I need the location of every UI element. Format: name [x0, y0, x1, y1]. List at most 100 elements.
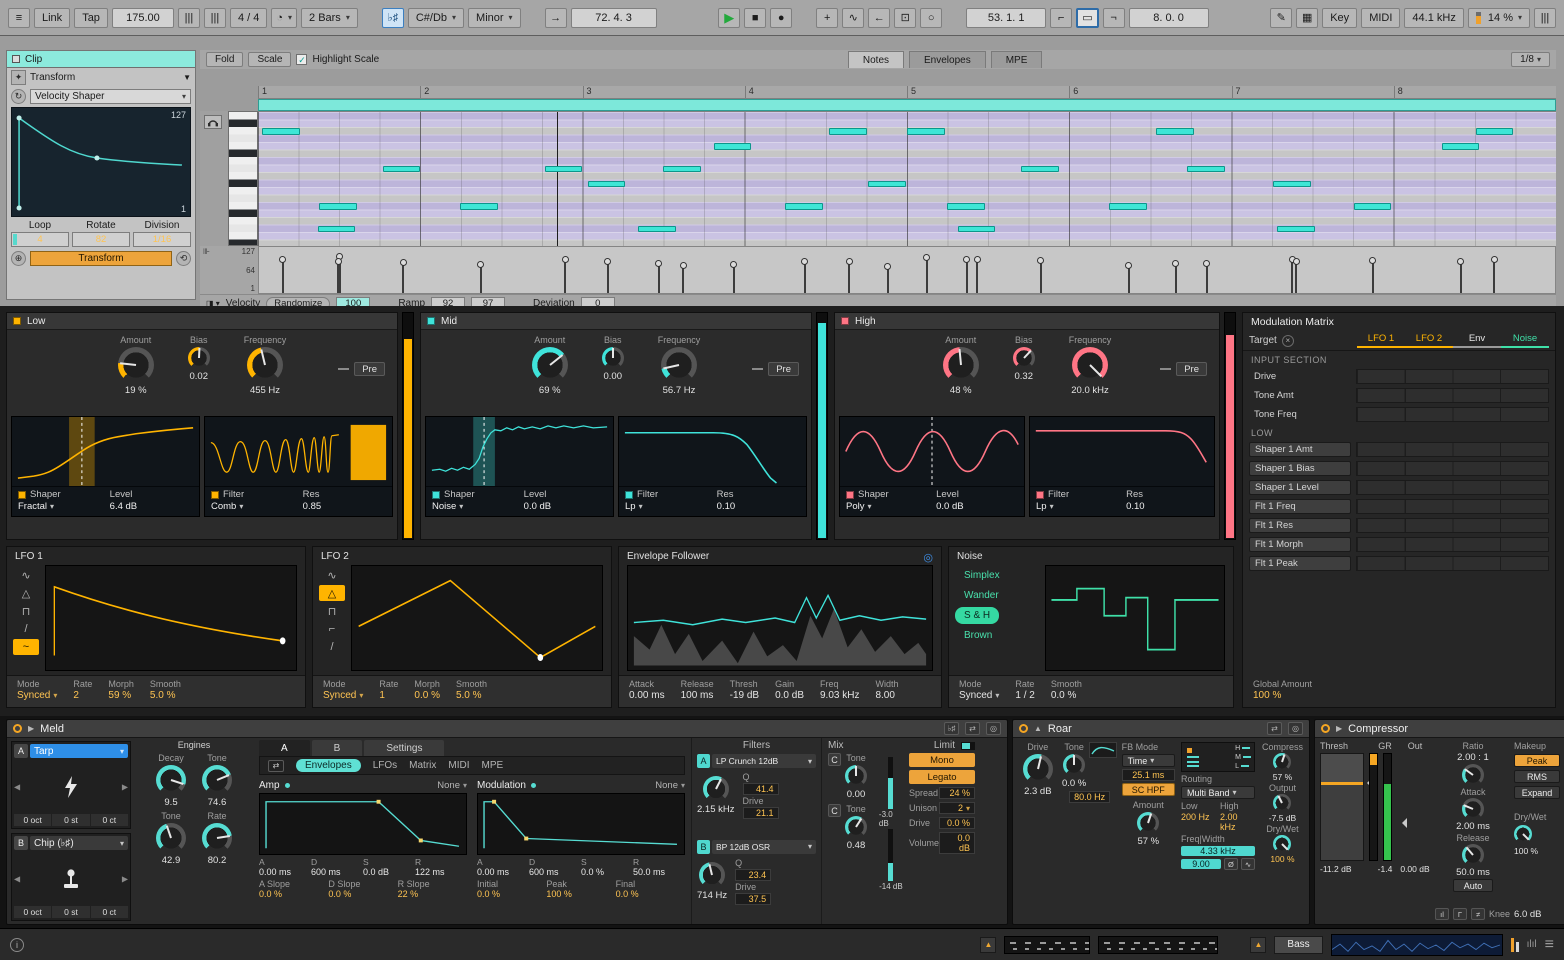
collapse-triangle-icon[interactable]: ▼ — [183, 73, 191, 82]
engine-b-macro2-knob[interactable] — [202, 823, 232, 853]
nudge-up-button[interactable]: ||| — [204, 8, 226, 28]
fold-clip-icon[interactable]: ▲ — [980, 937, 996, 953]
lfo1-smooth-field[interactable]: 5.0 % — [150, 690, 181, 701]
band-freq-field[interactable]: 4.33 kHz — [1181, 846, 1255, 856]
menu-icon[interactable]: ≡ — [8, 8, 30, 28]
velocity-stem[interactable] — [1295, 261, 1297, 293]
band-width-field[interactable]: 9.00 — [1181, 859, 1221, 869]
mix-drive-field[interactable]: 0.0 % — [939, 817, 975, 829]
midi-note[interactable] — [319, 203, 357, 210]
mix-tone-b-knob[interactable] — [845, 816, 867, 838]
engine-a-macro2-knob[interactable] — [202, 765, 232, 795]
scale-mode-icon[interactable]: ♭♯ — [382, 8, 404, 28]
waveform-overview[interactable] — [1331, 934, 1503, 956]
midi-note[interactable] — [1442, 143, 1480, 150]
filter-a-q-field[interactable]: 41.4 — [743, 783, 779, 795]
high-shaper-level-field[interactable]: 0.0 dB — [936, 501, 1018, 512]
low-filter-display[interactable] — [205, 417, 392, 487]
low-pre-button[interactable]: Pre — [354, 362, 385, 376]
velocity-stem[interactable] — [733, 264, 735, 293]
matrix-cells[interactable] — [1356, 556, 1549, 571]
noise-option-wander[interactable]: Wander — [955, 587, 1008, 604]
quantization-menu[interactable]: 2 Bars — [301, 8, 358, 28]
release-knob[interactable] — [1462, 844, 1484, 866]
lfo2-morph-field[interactable]: 0.0 % — [414, 690, 440, 701]
key-map-button[interactable]: Key — [1322, 8, 1357, 28]
velocity-stem[interactable] — [1291, 259, 1293, 293]
midi-note[interactable] — [383, 166, 421, 173]
highlight-scale-checkbox[interactable]: ✓ — [296, 54, 307, 65]
mid-pre-button[interactable]: Pre — [768, 362, 799, 376]
velocity-stem[interactable] — [1206, 263, 1208, 293]
knee-field[interactable]: 6.0 dB — [1514, 909, 1541, 920]
low-amount-knob[interactable] — [118, 347, 154, 383]
matrix-col-noise[interactable]: Noise — [1501, 333, 1549, 348]
low-shaper-display[interactable] — [12, 417, 199, 487]
amp-release-field[interactable]: 122 ms — [415, 867, 467, 877]
loop-switch-button[interactable]: ▭ — [1076, 8, 1098, 28]
engine-b-cent-field[interactable]: 0 ct — [91, 906, 128, 918]
fb-mode-selector[interactable]: Time — [1122, 754, 1175, 767]
midi-note[interactable] — [1273, 181, 1311, 188]
mid-shaper-level-field[interactable]: 0.0 dB — [524, 501, 607, 512]
noise-option-simplex[interactable]: Simplex — [955, 567, 1009, 584]
saw-icon[interactable]: / — [13, 621, 39, 637]
roar-tone-knob[interactable] — [1063, 754, 1085, 776]
filter-b-freq-knob[interactable] — [699, 862, 725, 888]
filter-a-route-button[interactable]: C — [828, 753, 841, 766]
routing-selector[interactable]: Multi Band — [1181, 786, 1255, 799]
legato-toggle[interactable]: Legato — [909, 770, 975, 784]
metronome-button[interactable]: ◔ — [271, 8, 297, 28]
cpu-meter[interactable]: 14 % — [1468, 8, 1530, 28]
lfo1-mode-selector[interactable]: Synced — [17, 690, 57, 701]
scale-aware-icon[interactable]: ♭♯ — [944, 722, 959, 735]
square-icon[interactable]: ⊓ — [319, 603, 345, 619]
amp-envelope-display[interactable] — [259, 793, 467, 855]
matrix-cells[interactable] — [1356, 442, 1549, 457]
matrix-col-env[interactable]: Env — [1453, 333, 1501, 348]
midi-note[interactable] — [1156, 128, 1194, 135]
noise-smooth-field[interactable]: 0.0 % — [1051, 690, 1082, 701]
midi-note[interactable] — [460, 203, 498, 210]
noise-option-sh[interactable]: S & H — [955, 607, 999, 624]
meld-tab-a[interactable]: A — [259, 740, 310, 756]
engine-a-badge[interactable]: A — [14, 744, 28, 758]
subtab-lfos[interactable]: LFOs — [373, 760, 397, 771]
add-transform-icon[interactable]: ⊕ — [11, 251, 26, 266]
midi-note[interactable] — [714, 143, 752, 150]
low-bias-knob[interactable] — [188, 347, 210, 369]
info-icon[interactable]: i — [10, 938, 24, 952]
midi-note[interactable] — [785, 203, 823, 210]
activity-view-icon[interactable]: ≠ — [1471, 908, 1485, 920]
envf-release-field[interactable]: 100 ms — [681, 690, 714, 701]
peak-mode-toggle[interactable]: Peak — [1514, 754, 1560, 767]
lfo2-smooth-field[interactable]: 5.0 % — [456, 690, 487, 701]
meld-tab-settings[interactable]: Settings — [364, 740, 444, 756]
matrix-cells[interactable] — [1356, 480, 1549, 495]
roar-tone-freq-field[interactable]: 80.0 Hz — [1069, 791, 1110, 803]
low-filter-type-selector[interactable]: Comb — [211, 501, 303, 512]
filter-b-drive-field[interactable]: 37.5 — [735, 893, 771, 905]
amp-d-slope-field[interactable]: 0.0 % — [328, 889, 397, 899]
waveform-view-icon[interactable]: ∿ — [1241, 858, 1255, 870]
nudge-down-button[interactable]: ||| — [178, 8, 200, 28]
device-on-icon[interactable] — [1321, 724, 1330, 733]
division-field[interactable]: 1/16 — [133, 232, 191, 247]
phase-invert-icon[interactable]: Ø — [1224, 858, 1238, 870]
matrix-cells[interactable] — [1356, 537, 1549, 552]
velocity-stem[interactable] — [282, 259, 284, 294]
filter-a-type-selector[interactable]: LP Crunch 12dB — [712, 754, 816, 768]
amp-attack-field[interactable]: 0.00 ms — [259, 867, 311, 877]
lfo2-rate-field[interactable]: 1 — [379, 690, 398, 701]
tab-mpe[interactable]: MPE — [991, 51, 1043, 68]
mod-mod-selector[interactable]: None — [655, 780, 685, 791]
lfo2-mode-selector[interactable]: Synced — [323, 690, 363, 701]
high-shaper-type-selector[interactable]: Poly — [846, 501, 936, 512]
draw-mode-icon[interactable]: ✎ — [1270, 8, 1292, 28]
fold-button[interactable]: Fold — [206, 52, 243, 67]
noise-mode-selector[interactable]: Synced — [959, 690, 999, 701]
preview-headphone-icon[interactable] — [204, 115, 222, 129]
scale-button[interactable]: Scale — [248, 52, 291, 67]
transform-apply-button[interactable]: Transform — [30, 251, 172, 266]
lfo1-display[interactable] — [45, 565, 297, 671]
